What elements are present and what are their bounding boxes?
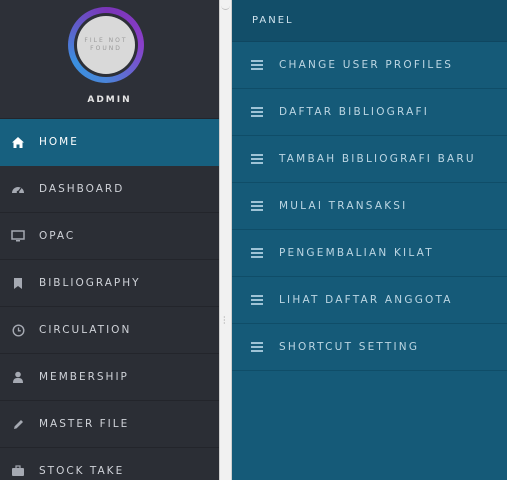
sidebar-nav: HOME DASHBOARD OPAC BIBLIOGRAPHY CIRCULA… — [0, 119, 219, 480]
profile-section: FILE NOT FOUND ADMIN — [0, 0, 219, 119]
user-name: ADMIN — [87, 95, 132, 105]
sidebar-item-circulation[interactable]: CIRCULATION — [0, 307, 219, 354]
menu-lines-icon — [251, 60, 263, 70]
clock-icon — [10, 322, 26, 338]
shortcut-pengembalian-kilat[interactable]: PENGEMBALIAN KILAT — [232, 230, 507, 277]
pencil-icon — [10, 416, 26, 432]
sidebar-item-label: DASHBOARD — [39, 183, 125, 195]
menu-lines-icon — [251, 342, 263, 352]
drag-grip-icon[interactable]: · · · — [223, 314, 226, 328]
sidebar-item-label: STOCK TAKE — [39, 465, 125, 477]
sidebar-item-home[interactable]: HOME — [0, 119, 219, 166]
briefcase-icon — [10, 463, 26, 479]
shortcut-label: CHANGE USER PROFILES — [279, 59, 454, 71]
panel-splitter[interactable]: · · · — [219, 0, 232, 480]
shortcut-label: DAFTAR BIBLIOGRAFI — [279, 106, 429, 118]
dashboard-icon — [10, 181, 26, 197]
monitor-icon — [10, 228, 26, 244]
sidebar-item-bibliography[interactable]: BIBLIOGRAPHY — [0, 260, 219, 307]
menu-lines-icon — [251, 201, 263, 211]
menu-lines-icon — [251, 295, 263, 305]
sidebar-item-stock-take[interactable]: STOCK TAKE — [0, 448, 219, 480]
user-icon — [10, 369, 26, 385]
avatar-image: FILE NOT FOUND — [77, 16, 135, 74]
shortcut-change-user-profiles[interactable]: CHANGE USER PROFILES — [232, 42, 507, 89]
shortcut-label: TAMBAH BIBLIOGRAFI BARU — [279, 153, 476, 165]
sidebar-item-dashboard[interactable]: DASHBOARD — [0, 166, 219, 213]
shortcut-label: PENGEMBALIAN KILAT — [279, 247, 434, 259]
shortcut-panel: PANEL CHANGE USER PROFILES DAFTAR BIBLIO… — [232, 0, 507, 480]
menu-lines-icon — [251, 154, 263, 164]
menu-lines-icon — [251, 248, 263, 258]
shortcut-mulai-transaksi[interactable]: MULAI TRANSAKSI — [232, 183, 507, 230]
splitter-handle-top[interactable] — [221, 0, 230, 10]
shortcut-lihat-daftar-anggota[interactable]: LIHAT DAFTAR ANGGOTA — [232, 277, 507, 324]
sidebar-item-label: MEMBERSHIP — [39, 371, 129, 383]
shortcut-label: SHORTCUT SETTING — [279, 341, 420, 353]
home-icon — [10, 134, 26, 150]
sidebar-item-label: MASTER FILE — [39, 418, 130, 430]
sidebar: FILE NOT FOUND ADMIN HOME DASHBOARD OPAC — [0, 0, 219, 480]
sidebar-item-label: BIBLIOGRAPHY — [39, 277, 141, 289]
shortcut-tambah-bibliografi-baru[interactable]: TAMBAH BIBLIOGRAFI BARU — [232, 136, 507, 183]
shortcut-label: LIHAT DAFTAR ANGGOTA — [279, 294, 453, 306]
avatar[interactable]: FILE NOT FOUND — [68, 7, 144, 83]
avatar-text-line2: FOUND — [90, 45, 122, 52]
sidebar-item-opac[interactable]: OPAC — [0, 213, 219, 260]
sidebar-item-master-file[interactable]: MASTER FILE — [0, 401, 219, 448]
sidebar-item-membership[interactable]: MEMBERSHIP — [0, 354, 219, 401]
shortcut-label: MULAI TRANSAKSI — [279, 200, 408, 212]
panel-title: PANEL — [232, 0, 507, 42]
shortcut-shortcut-setting[interactable]: SHORTCUT SETTING — [232, 324, 507, 371]
sidebar-item-label: CIRCULATION — [39, 324, 132, 336]
shortcut-daftar-bibliografi[interactable]: DAFTAR BIBLIOGRAFI — [232, 89, 507, 136]
menu-lines-icon — [251, 107, 263, 117]
avatar-frame: FILE NOT FOUND — [74, 13, 138, 77]
avatar-text-line1: FILE NOT — [84, 37, 128, 44]
sidebar-item-label: OPAC — [39, 230, 76, 242]
sidebar-item-label: HOME — [39, 136, 79, 148]
bookmark-icon — [10, 275, 26, 291]
